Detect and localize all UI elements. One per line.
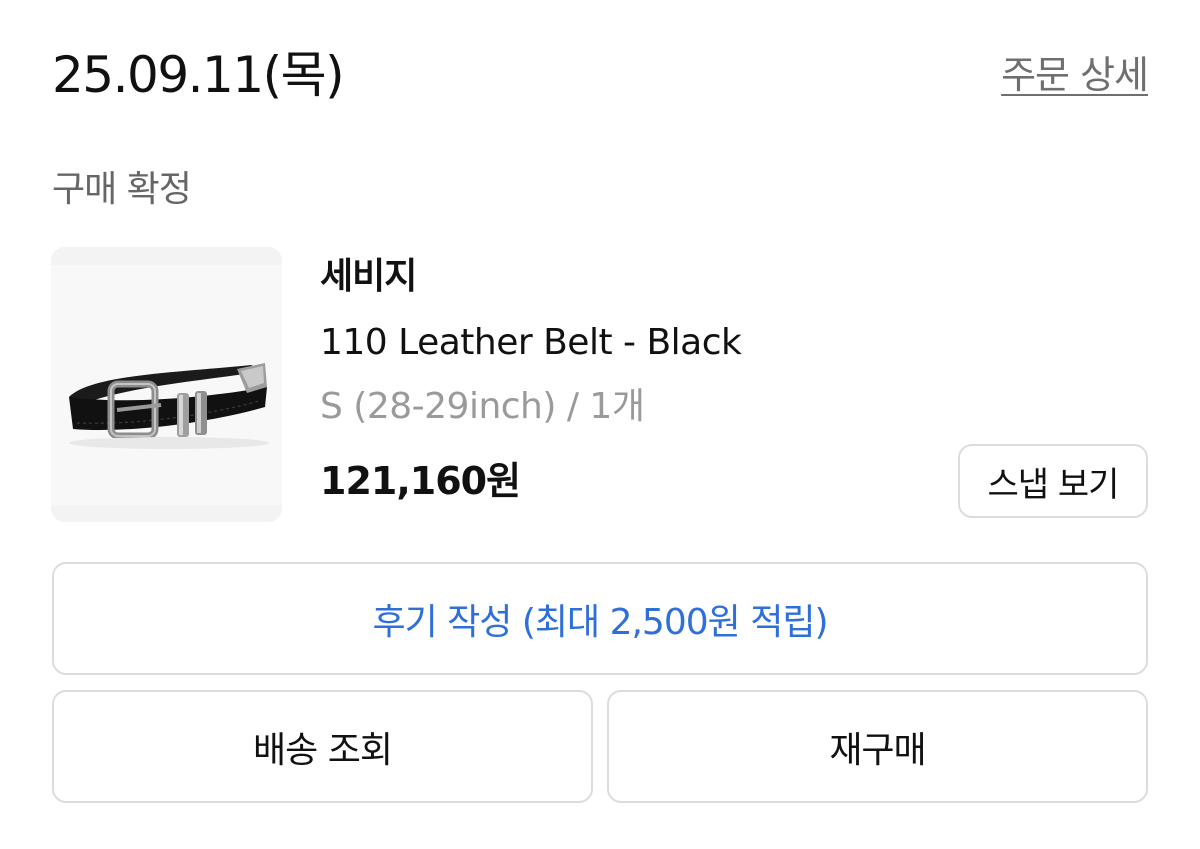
product-name[interactable]: 110 Leather Belt - Black	[320, 319, 742, 367]
order-detail-link[interactable]: 주문 상세	[1001, 52, 1149, 98]
product-image[interactable]	[51, 247, 282, 522]
delivery-tracking-button[interactable]: 배송 조회	[52, 690, 593, 803]
brand-name[interactable]: 세비지	[320, 253, 417, 301]
repurchase-button[interactable]: 재구매	[607, 690, 1148, 803]
belt-image	[51, 247, 282, 522]
order-status: 구매 확정	[52, 169, 192, 210]
order-date: 25.09.11(목)	[52, 46, 345, 104]
product-option: S (28-29inch) / 1개	[320, 386, 645, 427]
snap-view-button[interactable]: 스냅 보기	[958, 444, 1148, 518]
write-review-button[interactable]: 후기 작성 (최대 2,500원 적립)	[52, 562, 1148, 675]
product-price: 121,160원	[320, 459, 521, 503]
